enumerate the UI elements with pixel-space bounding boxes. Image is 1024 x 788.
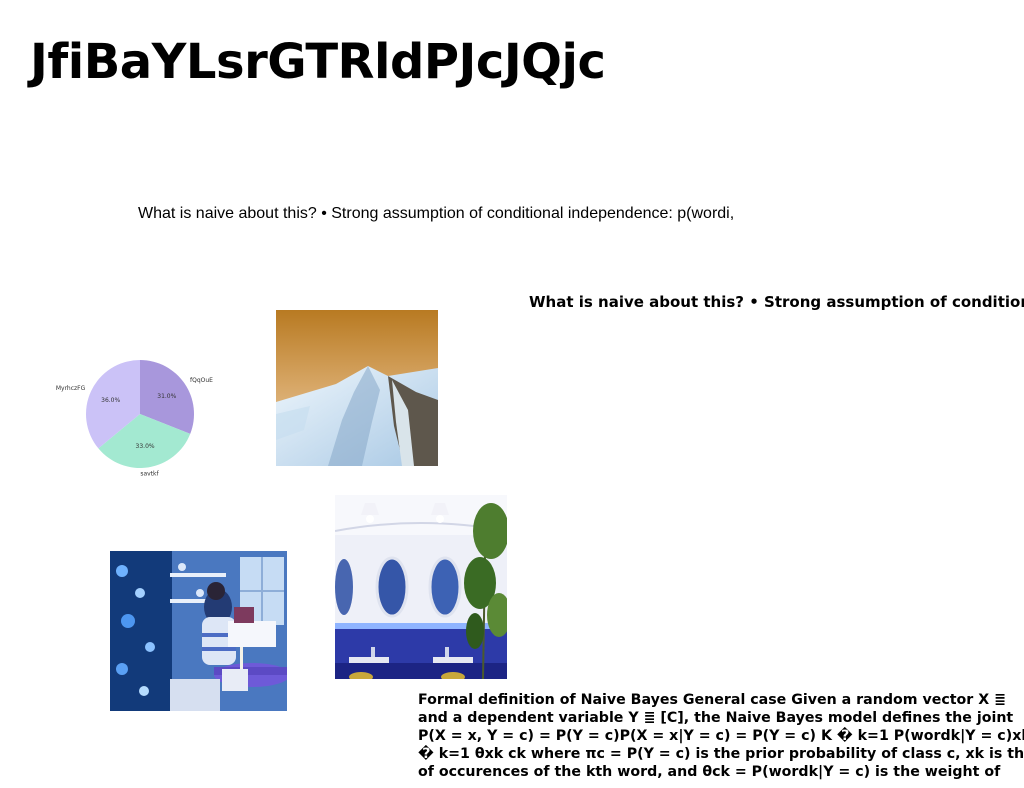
slide-title: JfiBaYLsrGTRldPJcJQjc <box>30 34 606 90</box>
definition-line: of occurences of the kth word, and θck =… <box>418 764 1001 780</box>
blue-kitchen-person-photo <box>110 551 287 711</box>
definition-line: Formal definition of Naive Bayes General… <box>418 692 1006 708</box>
pie-value-label: 36.0% <box>101 397 120 404</box>
naive-bayes-definition: Formal definition of Naive Bayes General… <box>418 691 1024 788</box>
pie-category-label: savtkf <box>140 471 159 478</box>
pie-chart-svg: 31.0% fQqOuE 33.0% savtkf 36.0% KMyrhczFG <box>56 360 213 478</box>
definition-line: and a dependent variable Y ≣ [C], the Na… <box>418 710 1014 726</box>
pie-value-label: 33.0% <box>136 443 155 450</box>
pie-value-label: 31.0% <box>157 393 176 400</box>
slide-subtitle: What is naive about this? • Strong assum… <box>138 205 735 222</box>
snowy-mountain-photo <box>276 310 438 466</box>
pie-category-label: KMyrhczFG <box>56 385 86 392</box>
pie-chart: 31.0% fQqOuE 33.0% savtkf 36.0% KMyrhczFG <box>56 318 226 508</box>
pie-category-label: fQqOuE <box>190 377 213 384</box>
blue-room-portholes-photo <box>335 495 507 679</box>
definition-line: P(X = x, Y = c) = P(Y = c)P(X = x|Y = c)… <box>418 728 1024 744</box>
naive-assumption-text: What is naive about this? • Strong assum… <box>529 293 1024 311</box>
definition-line: � k=1 θxk ck where πc = P(Y = c) is the … <box>418 746 1024 762</box>
